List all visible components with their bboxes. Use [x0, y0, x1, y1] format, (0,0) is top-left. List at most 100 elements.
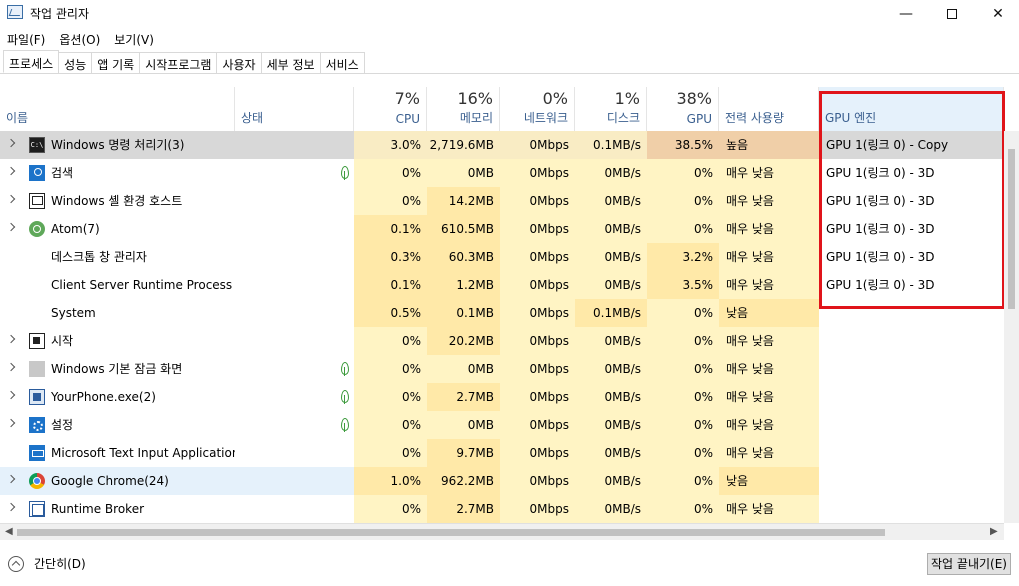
gpu-engine-value — [819, 467, 1004, 495]
tab-startup[interactable]: 시작프로그램 — [139, 52, 218, 73]
process-status-cell — [235, 271, 354, 299]
process-row[interactable]: Windows 기본 잠금 화면 0% 0MB 0Mbps 0MB/s 0% 매우 낮음 — [0, 355, 1004, 383]
power-usage-value: 낮음 — [719, 467, 819, 495]
process-row[interactable]: 시작 0% 20.2MB 0Mbps 0MB/s 0% 매우 낮음 — [0, 327, 1004, 355]
search-icon — [29, 165, 45, 181]
dwm-icon — [29, 249, 45, 265]
disk-value: 0MB/s — [575, 327, 647, 355]
tab-processes[interactable]: 프로세스 — [3, 50, 60, 73]
process-name-cell[interactable]: 시작 — [0, 327, 235, 355]
cpu-value: 1.0% — [354, 467, 427, 495]
chevron-right-icon[interactable] — [6, 194, 16, 204]
memory-value: 610.5MB — [427, 215, 500, 243]
tab-performance[interactable]: 성능 — [58, 52, 93, 73]
chevron-right-icon[interactable] — [6, 362, 16, 372]
cpu-total: 7% — [394, 89, 420, 108]
column-disk[interactable]: 1% 디스크 — [575, 87, 647, 131]
gpu-engine-value — [819, 411, 1004, 439]
cpu-value: 0% — [354, 495, 427, 523]
process-name-cell[interactable]: Windows 기본 잠금 화면 — [0, 355, 235, 383]
column-status[interactable]: 상태 — [235, 87, 354, 131]
column-cpu[interactable]: 7% CPU — [354, 87, 427, 131]
menu-view[interactable]: 보기(V) — [107, 29, 161, 49]
cpu-value: 0% — [354, 159, 427, 187]
chevron-right-icon[interactable] — [6, 474, 16, 484]
process-row[interactable]: Microsoft Text Input Application 0% 9.7MB 0… — [0, 439, 1004, 467]
chevron-right-icon[interactable] — [6, 418, 16, 428]
memory-value: 20.2MB — [427, 327, 500, 355]
memory-value: 2.7MB — [427, 495, 500, 523]
process-row[interactable]: Runtime Broker 0% 2.7MB 0Mbps 0MB/s 0% 매우 낮음 — [0, 495, 1004, 523]
process-name-cell[interactable]: System — [0, 299, 235, 327]
chevron-right-icon[interactable] — [6, 166, 16, 176]
power-usage-value: 매우 낮음 — [719, 439, 819, 467]
gpu-engine-value — [819, 355, 1004, 383]
cpu-value: 3.0% — [354, 131, 427, 159]
network-value: 0Mbps — [500, 131, 575, 159]
fewer-details-button[interactable]: 간단히(D) — [8, 555, 86, 572]
disk-value: 0MB/s — [575, 159, 647, 187]
menu-file[interactable]: 파일(F) — [0, 29, 52, 49]
cpu-value: 0.1% — [354, 271, 427, 299]
menu-options[interactable]: 옵션(O) — [52, 29, 107, 49]
column-status-label: 상태 — [241, 111, 264, 125]
process-name-cell[interactable]: Google Chrome(24) — [0, 467, 235, 495]
process-name-cell[interactable]: Client Server Runtime Process — [0, 271, 235, 299]
process-name-cell[interactable]: 설정 — [0, 411, 235, 439]
tab-users[interactable]: 사용자 — [216, 52, 262, 73]
minimize-button[interactable]: — — [883, 0, 929, 28]
maximize-button[interactable] — [929, 0, 975, 28]
column-power-usage[interactable]: 전력 사용량 — [719, 87, 819, 131]
cpu-value: 0% — [354, 439, 427, 467]
gpu-value: 0% — [647, 215, 719, 243]
process-row[interactable]: Google Chrome(24) 1.0% 962.2MB 0Mbps 0MB/s 0%… — [0, 467, 1004, 495]
chevron-right-icon[interactable] — [6, 138, 16, 148]
gpu-engine-value — [819, 327, 1004, 355]
horizontal-scrollbar[interactable]: ◀ ▶ — [0, 523, 1004, 540]
vertical-scroll-thumb[interactable] — [1008, 149, 1015, 309]
memory-value: 60.3MB — [427, 243, 500, 271]
disk-total: 1% — [614, 89, 640, 108]
memory-value: 0MB — [427, 355, 500, 383]
suspended-leaf-icon — [341, 418, 349, 432]
process-name-cell[interactable]: Windows 셸 환경 호스트 — [0, 187, 235, 215]
process-name-cell[interactable]: YourPhone.exe(2) — [0, 383, 235, 411]
memory-value: 1.2MB — [427, 271, 500, 299]
tab-details[interactable]: 세부 정보 — [260, 52, 321, 73]
power-usage-value: 매우 낮음 — [719, 271, 819, 299]
process-name-cell[interactable]: 검색 — [0, 159, 235, 187]
column-memory[interactable]: 16% 메모리 — [427, 87, 500, 131]
gpu-value: 0% — [647, 159, 719, 187]
column-gpu[interactable]: 38% GPU — [647, 87, 719, 131]
process-name: Windows 명령 처리기(3) — [51, 138, 185, 152]
tab-app-history[interactable]: 앱 기록 — [91, 52, 141, 73]
chevron-right-icon[interactable] — [6, 222, 16, 232]
power-usage-value: 매우 낮음 — [719, 495, 819, 523]
end-task-button[interactable]: 작업 끝내기(E) — [927, 553, 1011, 575]
tab-services[interactable]: 서비스 — [319, 52, 365, 73]
close-button[interactable]: ✕ — [975, 0, 1019, 28]
gpu-engine-value — [819, 383, 1004, 411]
window-title: 작업 관리자 — [30, 7, 90, 21]
process-row[interactable]: 설정 0% 0MB 0Mbps 0MB/s 0% 매우 낮음 — [0, 411, 1004, 439]
suspended-leaf-icon — [341, 362, 349, 376]
column-cpu-label: CPU — [395, 112, 420, 126]
column-network[interactable]: 0% 네트워크 — [500, 87, 575, 131]
process-name: System — [51, 306, 96, 320]
process-name-cell[interactable]: C:\ Windows 명령 처리기(3) — [0, 131, 235, 159]
chevron-right-icon[interactable] — [6, 334, 16, 344]
process-name-cell[interactable]: Microsoft Text Input Application — [0, 439, 235, 467]
process-name-cell[interactable]: Runtime Broker — [0, 495, 235, 523]
scroll-left-icon[interactable]: ◀ — [5, 526, 13, 537]
process-name-cell[interactable]: Atom(7) — [0, 215, 235, 243]
column-name[interactable]: 이름 — [0, 87, 235, 131]
cpu-value: 0% — [354, 355, 427, 383]
horizontal-scroll-thumb[interactable] — [17, 529, 885, 536]
chevron-right-icon[interactable] — [6, 502, 16, 512]
process-name: Atom(7) — [51, 222, 100, 236]
vertical-scrollbar[interactable] — [1004, 131, 1019, 523]
scroll-right-icon[interactable]: ▶ — [990, 526, 998, 537]
chevron-right-icon[interactable] — [6, 390, 16, 400]
process-row[interactable]: YourPhone.exe(2) 0% 2.7MB 0Mbps 0MB/s 0% 매우 낮음 — [0, 383, 1004, 411]
process-name-cell[interactable]: 데스크톱 창 관리자 — [0, 243, 235, 271]
